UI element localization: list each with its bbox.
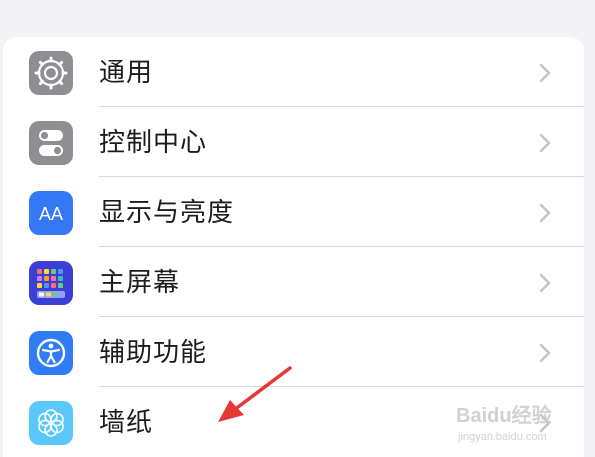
settings-item-label: 墙纸 (99, 408, 154, 438)
wallpaper-icon (29, 401, 73, 445)
control-center-icon (29, 121, 73, 165)
settings-item-home-screen[interactable]: 主屏幕 (3, 247, 584, 317)
chevron-right-icon (539, 63, 551, 83)
settings-item-label: 主屏幕 (99, 268, 181, 298)
chevron-right-icon (539, 413, 551, 433)
settings-item-label: 显示与亮度 (99, 198, 235, 228)
settings-item-accessibility[interactable]: 辅助功能 (3, 317, 584, 387)
settings-screen: 通用 控制中心 AA 显示与亮度 主屏幕 辅助功能 墙纸 Baidu经验 jin… (0, 0, 595, 457)
settings-item-display-brightness[interactable]: AA 显示与亮度 (3, 177, 584, 247)
settings-item-control-center[interactable]: 控制中心 (3, 107, 584, 177)
chevron-right-icon (539, 203, 551, 223)
chevron-right-icon (539, 273, 551, 293)
settings-item-label: 控制中心 (99, 128, 208, 158)
display-brightness-icon: AA (29, 191, 73, 235)
settings-item-label: 通用 (99, 58, 154, 88)
chevron-right-icon (539, 343, 551, 363)
settings-item-label: 辅助功能 (99, 338, 208, 368)
gear-icon (29, 51, 73, 95)
display-icon-text: AA (39, 204, 63, 224)
settings-item-wallpaper[interactable]: 墙纸 (3, 387, 584, 457)
settings-group: 通用 控制中心 AA 显示与亮度 主屏幕 辅助功能 墙纸 (3, 37, 584, 457)
chevron-right-icon (539, 133, 551, 153)
settings-item-general[interactable]: 通用 (3, 37, 584, 107)
home-screen-icon (29, 261, 73, 305)
accessibility-icon (29, 331, 73, 375)
